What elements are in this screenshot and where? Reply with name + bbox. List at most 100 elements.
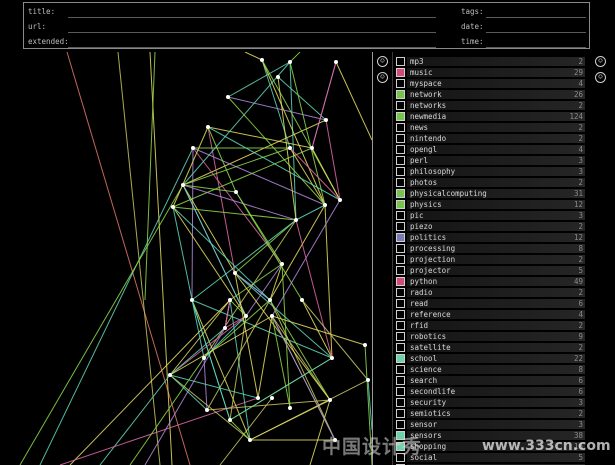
tag-row[interactable]: rfid 2 <box>395 320 587 331</box>
tag-checkbox[interactable] <box>396 90 405 99</box>
graph-node[interactable] <box>338 198 342 202</box>
graph-node[interactable] <box>190 298 194 302</box>
tag-row[interactable]: news 2 <box>395 122 587 133</box>
graph-node[interactable] <box>276 75 280 79</box>
smiley-down-icon[interactable]: ☺ <box>377 72 388 83</box>
tag-row[interactable]: myspace 4 <box>395 78 587 89</box>
tag-row[interactable]: politics 12 <box>395 232 587 243</box>
graph-node[interactable] <box>288 406 292 410</box>
extended-input[interactable] <box>68 36 436 48</box>
tag-row[interactable]: photos 2 <box>395 177 587 188</box>
tag-row[interactable]: sensor 3 <box>395 419 587 430</box>
tag-row[interactable]: security 3 <box>395 397 587 408</box>
graph-node[interactable] <box>300 298 304 302</box>
tag-checkbox[interactable] <box>396 68 405 77</box>
tag-row[interactable]: opengl 4 <box>395 144 587 155</box>
tag-list-scroll-track[interactable] <box>392 52 393 465</box>
tags-input[interactable] <box>486 6 586 18</box>
graph-node[interactable] <box>226 95 230 99</box>
tag-checkbox[interactable] <box>396 354 405 363</box>
tag-checkbox[interactable] <box>396 57 405 66</box>
tag-row[interactable]: projector 5 <box>395 265 587 276</box>
tag-row[interactable]: physics 12 <box>395 199 587 210</box>
tag-checkbox[interactable] <box>396 409 405 418</box>
tag-checkbox[interactable] <box>396 189 405 198</box>
tag-row[interactable]: radio 2 <box>395 287 587 298</box>
graph-node[interactable] <box>288 60 292 64</box>
graph-node[interactable] <box>268 298 272 302</box>
tag-row[interactable]: school 22 <box>395 353 587 364</box>
graph-node[interactable] <box>260 58 264 62</box>
tag-row[interactable]: newmedia 124 <box>395 111 587 122</box>
tag-checkbox[interactable] <box>396 255 405 264</box>
tag-row[interactable]: networks 2 <box>395 100 587 111</box>
graph-node[interactable] <box>330 356 334 360</box>
smiley-down-icon-right[interactable]: ☺ <box>595 72 606 83</box>
time-input[interactable] <box>486 36 586 48</box>
graph-node[interactable] <box>228 298 232 302</box>
graph-node[interactable] <box>270 314 274 318</box>
tag-row[interactable]: secondlife 6 <box>395 386 587 397</box>
tag-checkbox[interactable] <box>396 288 405 297</box>
graph-node[interactable] <box>323 203 327 207</box>
tag-checkbox[interactable] <box>396 420 405 429</box>
tag-checkbox[interactable] <box>396 244 405 253</box>
tag-checkbox[interactable] <box>396 211 405 220</box>
tag-checkbox[interactable] <box>396 398 405 407</box>
tag-row[interactable]: search 6 <box>395 375 587 386</box>
tag-checkbox[interactable] <box>396 332 405 341</box>
graph-node[interactable] <box>256 396 260 400</box>
graph-node[interactable] <box>234 190 238 194</box>
graph-node[interactable] <box>294 218 298 222</box>
tag-checkbox[interactable] <box>396 134 405 143</box>
graph-node[interactable] <box>205 408 209 412</box>
graph-node[interactable] <box>202 356 206 360</box>
smiley-up-icon[interactable]: ☺ <box>377 56 388 67</box>
tag-checkbox[interactable] <box>396 178 405 187</box>
tag-row[interactable]: robotics 9 <box>395 331 587 342</box>
graph-node[interactable] <box>270 396 274 400</box>
tag-checkbox[interactable] <box>396 123 405 132</box>
tag-checkbox[interactable] <box>396 79 405 88</box>
tag-checkbox[interactable] <box>396 310 405 319</box>
graph-node[interactable] <box>171 205 175 209</box>
tag-network-graph[interactable] <box>0 52 374 465</box>
tag-row[interactable]: music 29 <box>395 67 587 78</box>
graph-node[interactable] <box>168 373 172 377</box>
tag-row[interactable]: philosophy 3 <box>395 166 587 177</box>
tag-checkbox[interactable] <box>396 277 405 286</box>
tag-row[interactable]: projection 2 <box>395 254 587 265</box>
graph-node[interactable] <box>288 146 292 150</box>
tag-checkbox[interactable] <box>396 321 405 330</box>
tag-checkbox[interactable] <box>396 233 405 242</box>
graph-node[interactable] <box>248 438 252 442</box>
tag-checkbox[interactable] <box>396 101 405 110</box>
graph-node[interactable] <box>366 378 370 382</box>
smiley-up-icon-right[interactable]: ☺ <box>595 56 606 67</box>
tag-row[interactable]: science 8 <box>395 364 587 375</box>
tag-checkbox[interactable] <box>396 156 405 165</box>
graph-node[interactable] <box>228 418 232 422</box>
graph-node[interactable] <box>181 183 185 187</box>
graph-node[interactable] <box>334 60 338 64</box>
graph-node[interactable] <box>324 118 328 122</box>
date-input[interactable] <box>486 21 586 33</box>
tag-row[interactable]: satellite 2 <box>395 342 587 353</box>
tag-checkbox[interactable] <box>396 167 405 176</box>
tag-checkbox[interactable] <box>396 376 405 385</box>
tag-checkbox[interactable] <box>396 365 405 374</box>
tag-row[interactable]: reference 4 <box>395 309 587 320</box>
tag-checkbox[interactable] <box>396 343 405 352</box>
tag-row[interactable]: network 26 <box>395 89 587 100</box>
tag-row[interactable]: mp3 2 <box>395 56 587 67</box>
tag-checkbox[interactable] <box>396 266 405 275</box>
tag-row[interactable]: perl 3 <box>395 155 587 166</box>
tag-row[interactable]: piezo 2 <box>395 221 587 232</box>
graph-node[interactable] <box>244 314 248 318</box>
tag-row[interactable]: physicalcomputing 31 <box>395 188 587 199</box>
title-input[interactable] <box>68 6 436 18</box>
tag-row[interactable]: pic 3 <box>395 210 587 221</box>
tag-checkbox[interactable] <box>396 200 405 209</box>
graph-node[interactable] <box>191 146 195 150</box>
url-input[interactable] <box>68 21 436 33</box>
